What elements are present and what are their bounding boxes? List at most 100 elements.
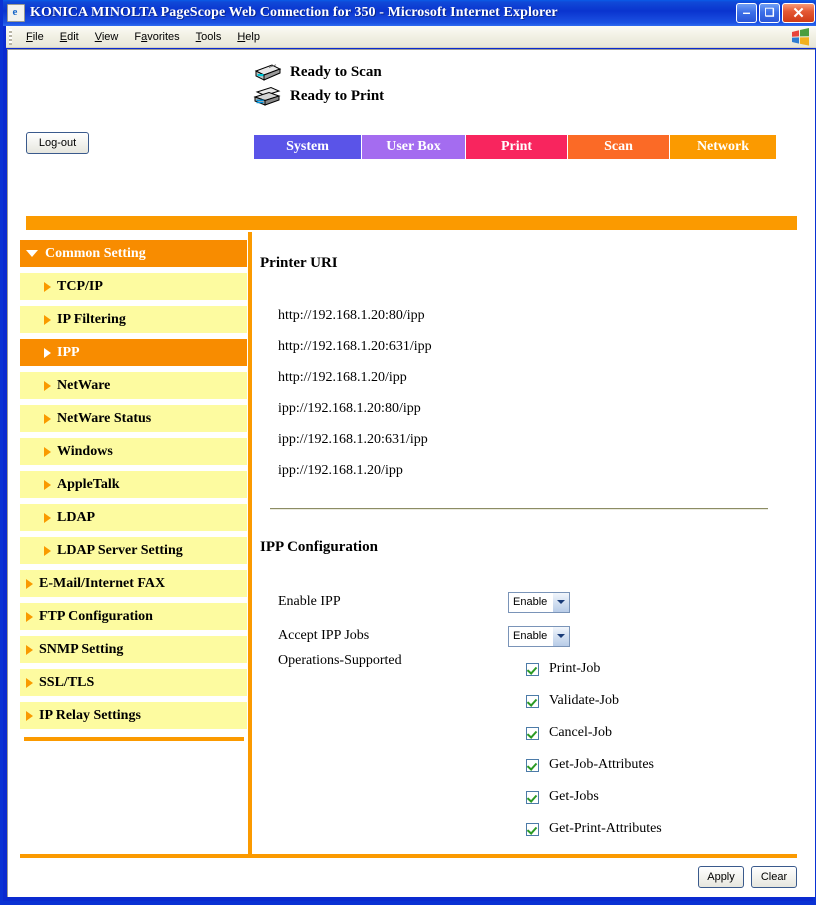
- printer-uri-item: http://192.168.1.20/ipp: [278, 370, 407, 385]
- sidebar-item-tcp-ip[interactable]: TCP/IP: [20, 273, 247, 300]
- section-separator: [270, 508, 768, 510]
- sidebar-item-ldap-server-setting[interactable]: LDAP Server Setting: [20, 537, 247, 564]
- operation-label: Get-Job-Attributes: [549, 757, 654, 772]
- sidebar-item-common-setting[interactable]: Common Setting: [20, 240, 247, 267]
- triangle-right-icon: [26, 710, 33, 721]
- menu-bar: File Edit View Favorites Tools Help: [6, 26, 816, 48]
- operation-row-get-print-attributes: Get-Print-Attributes: [526, 813, 662, 845]
- triangle-right-icon: [26, 578, 33, 589]
- operations-supported-label: Operations-Supported: [278, 653, 402, 668]
- maximize-icon: ❑: [764, 6, 775, 19]
- chevron-down-icon[interactable]: [552, 592, 569, 612]
- sidebar-item-label: NetWare: [57, 377, 111, 393]
- operation-row-get-job-attributes: Get-Job-Attributes: [526, 749, 662, 781]
- tab-print[interactable]: Print: [466, 135, 568, 159]
- sidebar-item-ip-filtering[interactable]: IP Filtering: [20, 306, 247, 333]
- operation-label: Validate-Job: [549, 693, 619, 708]
- title-bar: e KONICA MINOLTA PageScope Web Connectio…: [3, 0, 816, 26]
- sidebar-item-windows[interactable]: Windows: [20, 438, 247, 465]
- triangle-right-icon: [44, 413, 51, 424]
- checkbox-get-jobs[interactable]: [526, 790, 539, 804]
- sidebar-item-label: IP Relay Settings: [39, 707, 141, 723]
- sidebar-item-ssl-tls[interactable]: SSL/TLS: [20, 669, 247, 696]
- scanner-icon: [252, 61, 282, 83]
- sidebar-item-label: LDAP Server Setting: [57, 542, 183, 558]
- maximize-button[interactable]: ❑: [759, 3, 780, 23]
- accent-bar: [26, 216, 797, 230]
- tab-system[interactable]: System: [254, 135, 362, 159]
- sidebar-item-e-mail-internet-fax[interactable]: E-Mail/Internet FAX: [20, 570, 247, 597]
- triangle-right-icon: [26, 677, 33, 688]
- menu-item-tools[interactable]: Tools: [188, 29, 230, 45]
- config-label-enable-ipp: Enable IPP: [278, 594, 341, 609]
- triangle-down-icon: [26, 250, 38, 257]
- tab-label: System: [286, 139, 329, 154]
- checkbox-cancel-job[interactable]: [526, 726, 539, 740]
- checkbox-print-job[interactable]: [526, 662, 539, 676]
- checkbox-validate-job[interactable]: [526, 694, 539, 708]
- dropdown-enable-ipp[interactable]: Enable: [508, 591, 570, 613]
- window-title: KONICA MINOLTA PageScope Web Connection …: [30, 5, 558, 20]
- status-row-scan: Ready to Scan: [252, 60, 384, 84]
- printer-uri-list: http://192.168.1.20:80/ipp http://192.168…: [278, 300, 432, 486]
- sidebar-item-netware[interactable]: NetWare: [20, 372, 247, 399]
- ie-page-icon: e: [7, 4, 25, 22]
- operation-label: Get-Print-Attributes: [549, 821, 662, 836]
- operation-label: Get-Jobs: [549, 789, 599, 804]
- tab-network[interactable]: Network: [670, 135, 776, 159]
- menu-item-favorites[interactable]: Favorites: [126, 29, 187, 45]
- dropdown-accept-ipp-jobs[interactable]: Enable: [508, 625, 570, 647]
- sidebar-item-ldap[interactable]: LDAP: [20, 504, 247, 531]
- status-row-print: Ready to Print: [252, 84, 384, 108]
- triangle-right-icon: [44, 281, 51, 292]
- page-viewport: Ready to Scan Ready to Print Log-out Sys…: [7, 49, 815, 897]
- device-status-block: Ready to Scan Ready to Print: [252, 60, 384, 108]
- logout-button[interactable]: Log-out: [26, 132, 89, 154]
- menu-grip-handle[interactable]: [9, 28, 12, 45]
- triangle-right-icon: [44, 347, 51, 358]
- triangle-right-icon: [44, 545, 51, 556]
- menu-item-help[interactable]: Help: [229, 29, 268, 45]
- sidebar-item-label: NetWare Status: [57, 410, 152, 426]
- close-icon: ✕: [792, 4, 805, 22]
- sidebar-item-ftp-configuration[interactable]: FTP Configuration: [20, 603, 247, 630]
- tab-scan[interactable]: Scan: [568, 135, 670, 159]
- sidebar-item-ipp[interactable]: IPP: [20, 339, 247, 366]
- menu-item-edit[interactable]: Edit: [52, 29, 87, 45]
- config-row-accept-ipp-jobs: Accept IPP Jobs Enable: [278, 619, 570, 653]
- ipp-config-fields: Enable IPP Enable Accept IPP Jobs Enable: [278, 585, 570, 653]
- sidebar-item-ip-relay-settings[interactable]: IP Relay Settings: [20, 702, 247, 729]
- chevron-down-icon[interactable]: [552, 626, 569, 646]
- menu-item-file[interactable]: File: [18, 29, 52, 45]
- triangle-right-icon: [44, 446, 51, 457]
- status-label-scan: Ready to Scan: [290, 63, 382, 80]
- sidebar-item-label: E-Mail/Internet FAX: [39, 575, 166, 591]
- triangle-right-icon: [44, 314, 51, 325]
- triangle-right-icon: [26, 611, 33, 622]
- clear-button[interactable]: Clear: [751, 866, 797, 888]
- tab-user-box[interactable]: User Box: [362, 135, 466, 159]
- window-controls: – ❑ ✕: [736, 3, 815, 23]
- tab-label: User Box: [386, 139, 441, 154]
- minimize-button[interactable]: –: [736, 3, 757, 23]
- sidebar-item-netware-status[interactable]: NetWare Status: [20, 405, 247, 432]
- sidebar-item-snmp-setting[interactable]: SNMP Setting: [20, 636, 247, 663]
- main-nav-tabs: System User Box Print Scan Network: [254, 135, 776, 159]
- printer-uri-item: http://192.168.1.20:80/ipp: [278, 308, 425, 323]
- operations-supported-list: Print-Job Validate-Job Cancel-Job Get-Job-A…: [526, 653, 662, 845]
- operation-row-print-job: Print-Job: [526, 653, 662, 685]
- checkbox-get-print-attributes[interactable]: [526, 822, 539, 836]
- content-bottom-rule: [20, 854, 797, 858]
- sidebar-item-label: Windows: [57, 443, 113, 459]
- sidebar-item-appletalk[interactable]: AppleTalk: [20, 471, 247, 498]
- printer-uri-item: http://192.168.1.20:631/ipp: [278, 339, 432, 354]
- page-content: Ready to Scan Ready to Print Log-out Sys…: [8, 50, 815, 897]
- printer-uri-item: ipp://192.168.1.20:80/ipp: [278, 401, 421, 416]
- sidebar-menu: Common Setting TCP/IP IP Filtering IPP NetWa…: [20, 240, 247, 735]
- checkbox-get-job-attributes[interactable]: [526, 758, 539, 772]
- menu-item-view[interactable]: View: [87, 29, 127, 45]
- sidebar-item-label: LDAP: [57, 509, 96, 525]
- close-button[interactable]: ✕: [782, 3, 815, 23]
- printer-icon: [252, 85, 282, 107]
- apply-button[interactable]: Apply: [698, 866, 744, 888]
